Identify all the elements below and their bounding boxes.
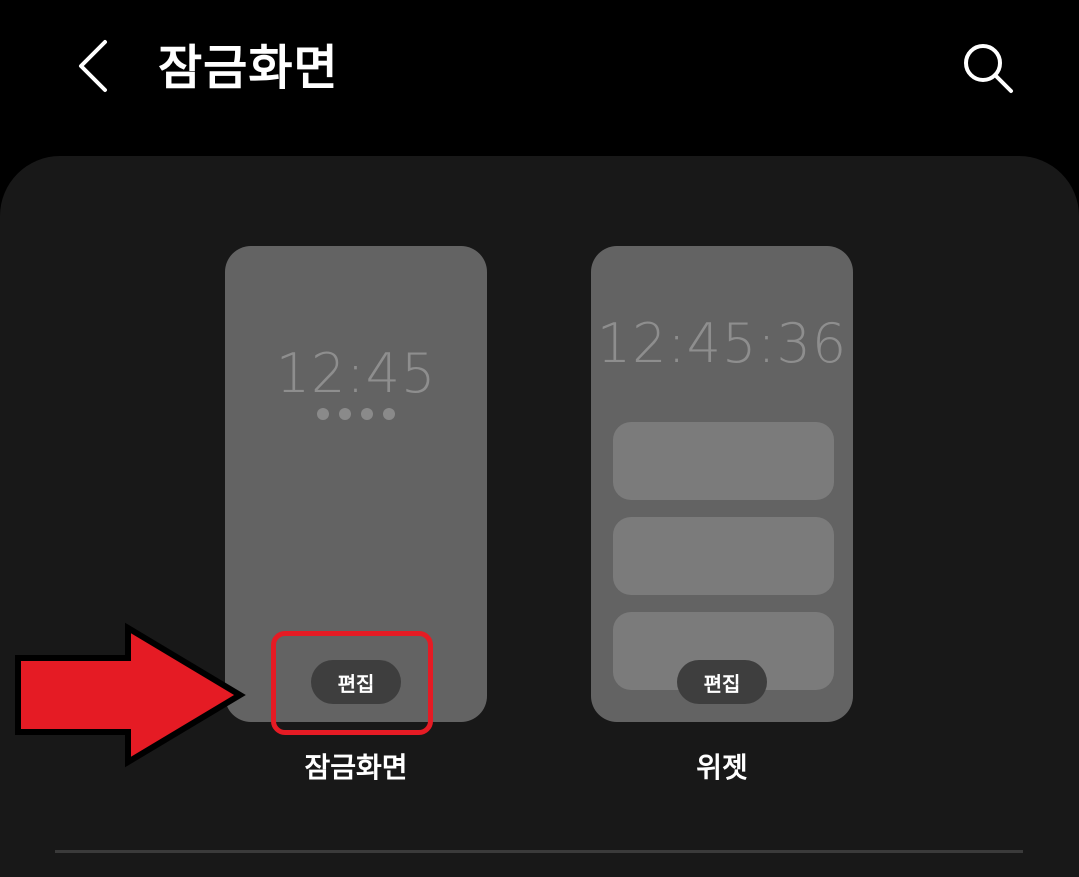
back-button[interactable]	[62, 36, 122, 100]
page-title: 잠금화면	[158, 40, 339, 96]
widget-caption: 위젯	[696, 751, 748, 784]
widget-edit-button[interactable]: 편집	[677, 660, 767, 704]
search-button[interactable]	[956, 38, 1020, 102]
highlight-box	[271, 631, 433, 735]
pin-dot	[361, 408, 373, 420]
widget-preview[interactable]: 12:45:36 편집	[591, 246, 853, 722]
pin-dots	[225, 408, 487, 420]
lock-screen-clock: 12:45	[275, 342, 437, 405]
pin-dot	[383, 408, 395, 420]
lock-screen-settings-page: 잠금화면 12:45 편집 12:45:36 편집 잠금화면 위젯	[0, 0, 1079, 877]
lock-screen-caption: 잠금화면	[304, 751, 408, 784]
search-icon	[960, 40, 1016, 100]
widget-clock: 12:45:36	[596, 312, 848, 375]
chevron-left-icon	[75, 38, 109, 98]
red-arrow-icon	[15, 622, 246, 768]
widget-placeholder	[613, 517, 834, 595]
pin-dot	[317, 408, 329, 420]
preview-card: 12:45 편집 12:45:36 편집 잠금화면 위젯	[0, 156, 1079, 877]
pin-dot	[339, 408, 351, 420]
divider	[55, 850, 1023, 853]
widget-placeholder	[613, 422, 834, 500]
